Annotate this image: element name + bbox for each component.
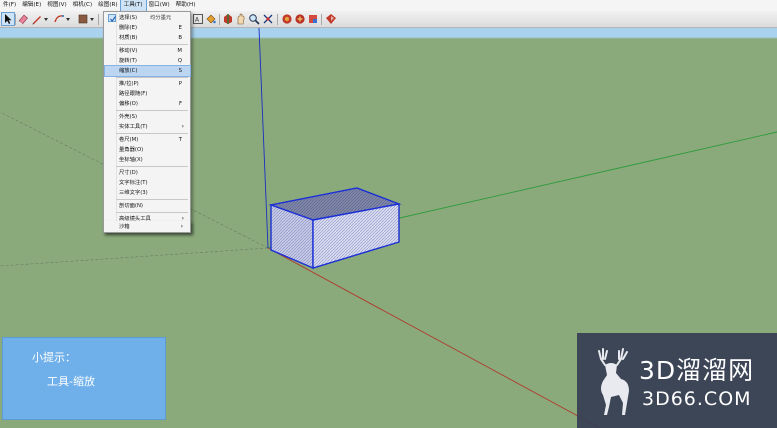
submenu-arrow-icon: › xyxy=(180,223,183,230)
menu-item-scale[interactable]: 缩放(C) S xyxy=(104,65,191,77)
menu-item-3d-text[interactable]: 三维文字(3) xyxy=(105,188,190,198)
menu-file[interactable]: 件(F) xyxy=(0,0,19,11)
menu-edit[interactable]: 编辑(E) xyxy=(19,0,44,11)
eraser-icon[interactable] xyxy=(17,13,29,25)
menu-camera[interactable]: 相机(C) xyxy=(70,0,95,11)
menu-item-move[interactable]: 移动(V) M xyxy=(105,46,190,56)
menu-item-protractor[interactable]: 量角器(O) xyxy=(105,145,190,155)
menu-item-follow-me[interactable]: 路径跟随(F) xyxy=(105,89,190,99)
red-axis xyxy=(267,247,601,428)
component-icon[interactable] xyxy=(307,13,319,25)
watermark-domain: 3D66.COM xyxy=(642,388,752,410)
menu-item-text[interactable]: 文字标注(T) xyxy=(105,178,190,188)
watermark-brand: 3D溜溜网 xyxy=(639,356,755,385)
arc-icon[interactable] xyxy=(53,13,65,25)
extension-icon[interactable] xyxy=(325,13,337,25)
svg-text:A: A xyxy=(195,17,200,24)
menu-item-rotate[interactable]: 旋转(T) Q xyxy=(105,56,190,66)
pencil-dropdown-icon[interactable] xyxy=(43,13,49,25)
tip-box: 小提示： 工具-缩放 xyxy=(2,337,166,420)
share-model-icon[interactable] xyxy=(294,13,306,25)
menu-item-push-pull[interactable]: 推/拉(P) P xyxy=(105,79,190,89)
zoom-extents-icon[interactable] xyxy=(262,13,274,25)
dimension-icon[interactable]: A xyxy=(192,13,204,25)
menu-item-outer-shell[interactable]: 外壳(S) xyxy=(105,112,190,122)
menu-tools[interactable]: 工具(T) xyxy=(119,0,147,12)
menu-item-paint[interactable]: 材质(B) B xyxy=(105,33,190,43)
arc-dropdown-icon[interactable] xyxy=(65,13,71,25)
tools-menu-dropdown: 选择(S) 均分墨元 删除(E) E 材质(B) B 移动(V) M 旋转(T) Q 缩… xyxy=(103,11,191,233)
paint-bucket-icon[interactable] xyxy=(205,13,217,25)
select-arrow-icon[interactable] xyxy=(1,12,15,26)
zoom-icon[interactable] xyxy=(248,13,260,25)
menu-item-section-plane[interactable]: 剖切面(N) xyxy=(105,201,190,211)
menu-bar: 件(F) 编辑(E) 视图(V) 相机(C) 绘图(R) 工具(T) 窗口(W)… xyxy=(0,0,777,12)
submenu-arrow-icon: › xyxy=(181,123,184,130)
rectangle-dropdown-icon[interactable] xyxy=(89,13,95,25)
check-icon xyxy=(108,14,116,22)
menu-item-sandbox[interactable]: 沙箱 › xyxy=(103,221,191,233)
menu-window[interactable]: 窗口(W) xyxy=(146,0,173,11)
menu-item-solid-tools[interactable]: 实体工具(T) › xyxy=(105,122,190,132)
blue-axis xyxy=(258,28,269,249)
pan-icon[interactable] xyxy=(235,13,247,25)
tip-body: 工具-缩放 xyxy=(47,375,95,388)
menu-help[interactable]: 帮助(H) xyxy=(173,0,199,11)
menu-item-tape-measure[interactable]: 卷尺(M) T xyxy=(105,135,190,145)
menu-draw[interactable]: 绘图(R) xyxy=(95,0,120,11)
menu-item-axes[interactable]: 坐标轴(X) xyxy=(105,155,190,165)
pencil-icon[interactable] xyxy=(31,13,43,25)
watermark-logo: 3D溜溜网 3D66.COM xyxy=(577,333,777,428)
menu-item-select[interactable]: 选择(S) 均分墨元 xyxy=(105,13,190,23)
menu-item-dimensions[interactable]: 尺寸(D) xyxy=(105,168,190,178)
menu-view[interactable]: 视图(V) xyxy=(44,0,69,11)
deer-logo-icon xyxy=(598,348,629,415)
warehouse-icon[interactable] xyxy=(281,13,293,25)
menu-item-offset[interactable]: 偏移(O) F xyxy=(105,99,190,109)
rectangle-icon[interactable] xyxy=(77,13,89,25)
menu-item-erase[interactable]: 删除(E) E xyxy=(105,23,190,33)
hidden-axis-red xyxy=(0,247,269,267)
orbit-icon[interactable] xyxy=(222,13,234,25)
tip-title: 小提示： xyxy=(32,351,76,364)
